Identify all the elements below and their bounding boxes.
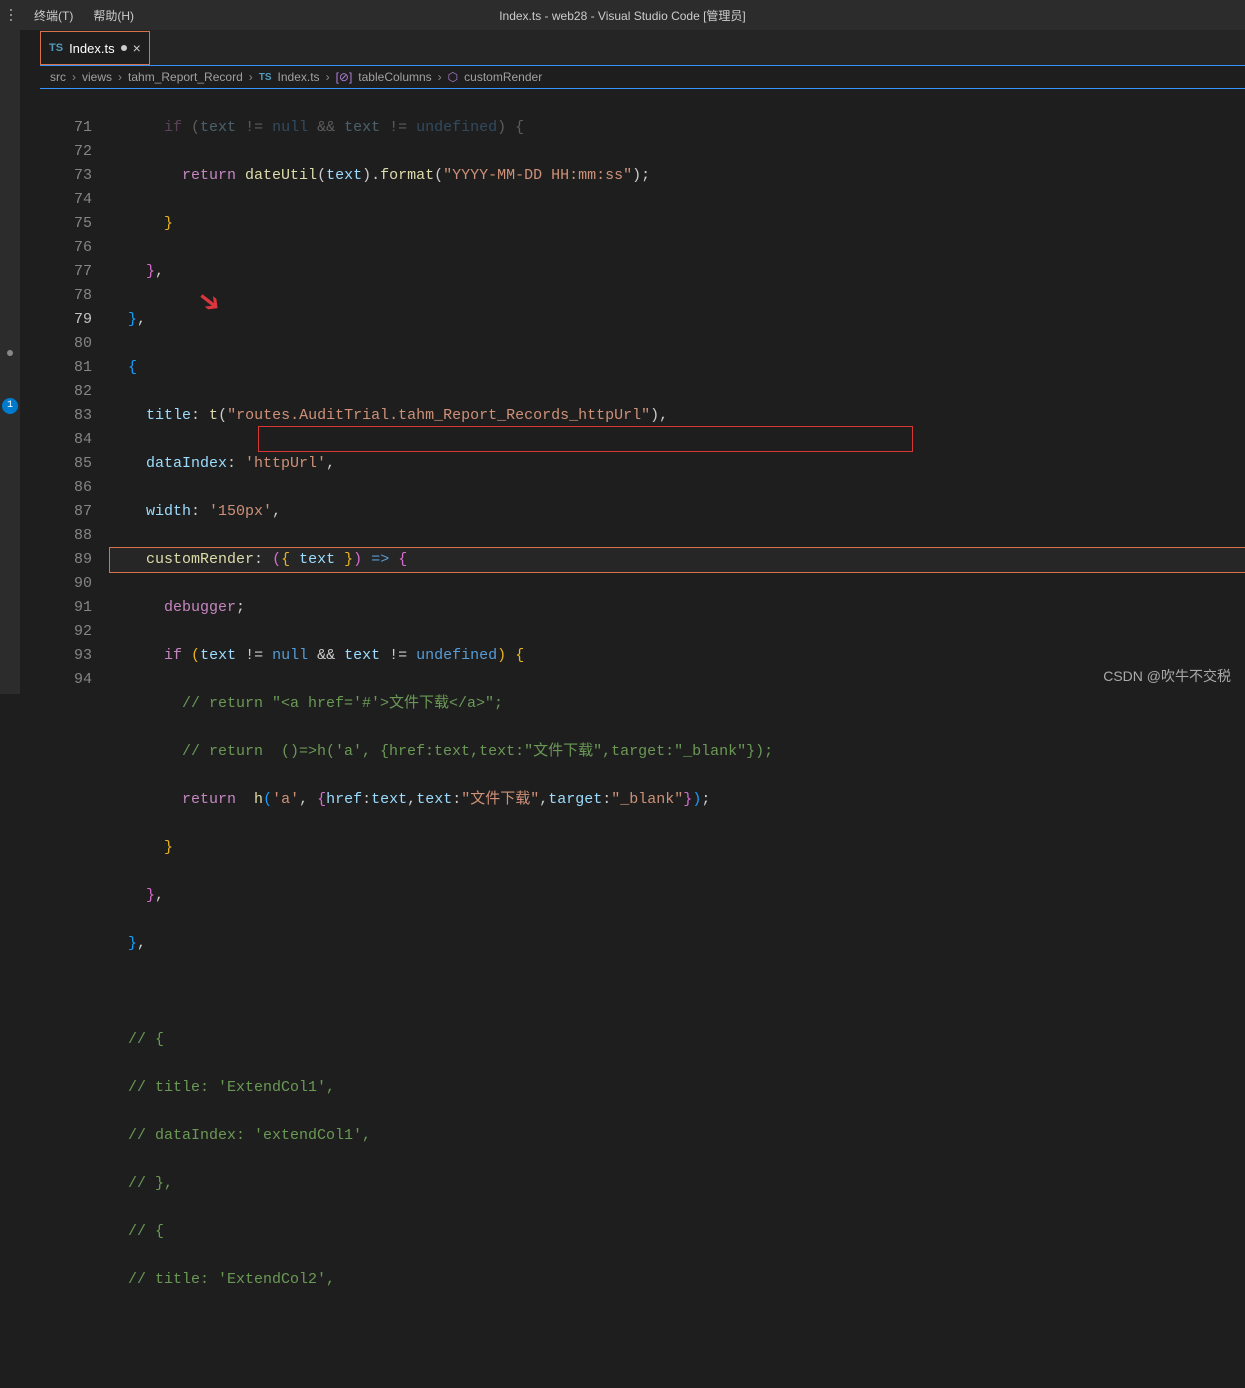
activity-bar: 1 <box>0 30 20 694</box>
editor[interactable]: 71 72 73 74 75 76 77 78 79 80 81 82 83 8… <box>40 92 1245 694</box>
activity-badge[interactable]: 1 <box>2 398 18 414</box>
watermark: CSDN @吹牛不交税 <box>1103 666 1231 686</box>
chevron-right-icon: › <box>118 70 122 84</box>
crumb-symbol2[interactable]: customRender <box>464 70 542 84</box>
crumb-views[interactable]: views <box>82 70 112 84</box>
annotation-highlight-box <box>258 426 913 452</box>
crumb-file[interactable]: Index.ts <box>278 70 320 84</box>
menu-terminal[interactable]: 终端(T) <box>24 7 83 24</box>
menubar: 终端(T) 帮助(H) Index.ts - web28 - Visual St… <box>0 0 1245 30</box>
window-grip-icon <box>10 9 18 21</box>
crumb-src[interactable]: src <box>50 70 66 84</box>
breakpoint-icon[interactable] <box>7 350 13 356</box>
dirty-indicator-icon <box>121 45 127 51</box>
code-area[interactable]: if (text != null && text != undefined) {… <box>110 92 1245 694</box>
symbol-method-icon: ⬡ <box>448 70 458 84</box>
chevron-right-icon: › <box>72 70 76 84</box>
line-gutter: 71 72 73 74 75 76 77 78 79 80 81 82 83 8… <box>40 92 110 694</box>
chevron-right-icon: › <box>438 70 442 84</box>
close-icon[interactable]: × <box>133 41 141 55</box>
typescript-icon: TS <box>49 42 63 54</box>
tab-bar: TS Index.ts × <box>40 30 1245 65</box>
window-title: Index.ts - web28 - Visual Studio Code [管… <box>0 7 1245 24</box>
symbol-array-icon: [⊘] <box>336 70 353 84</box>
crumb-folder[interactable]: tahm_Report_Record <box>128 70 243 84</box>
breadcrumb[interactable]: src › views › tahm_Report_Record › TS In… <box>40 65 1245 89</box>
typescript-icon: TS <box>259 72 272 83</box>
tab-index-ts[interactable]: TS Index.ts × <box>40 31 150 65</box>
chevron-right-icon: › <box>249 70 253 84</box>
menu-help[interactable]: 帮助(H) <box>83 7 144 24</box>
crumb-symbol[interactable]: tableColumns <box>358 70 431 84</box>
tab-label: Index.ts <box>69 41 115 56</box>
chevron-right-icon: › <box>326 70 330 84</box>
